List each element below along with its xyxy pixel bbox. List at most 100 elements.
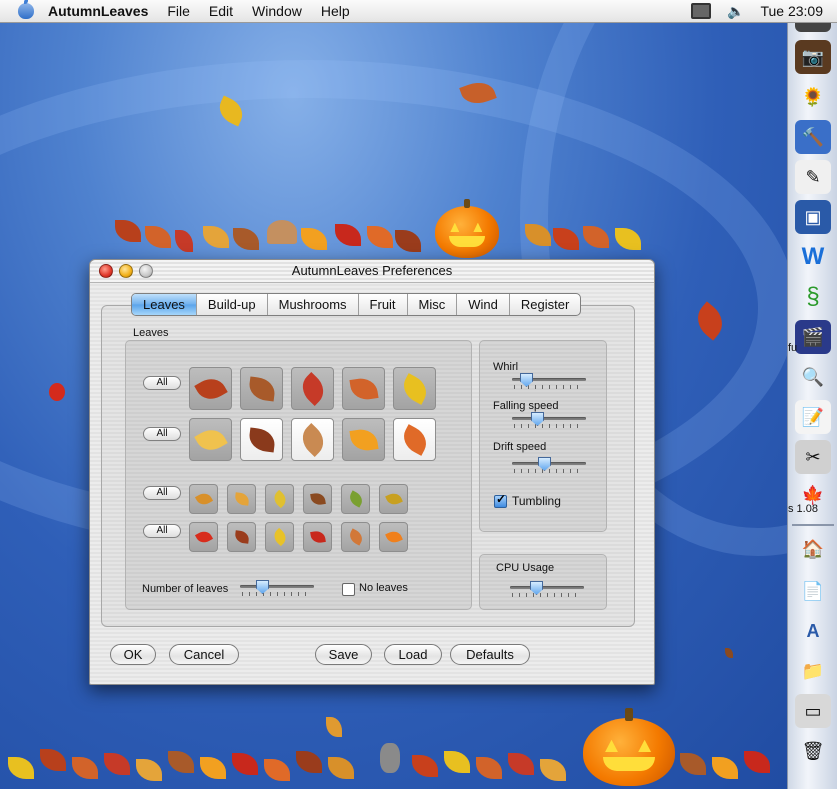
leaf-tile[interactable] — [189, 484, 218, 514]
falling-leaf — [725, 648, 733, 658]
jack-o-lantern — [435, 198, 499, 258]
no-leaves-checkbox[interactable] — [342, 583, 355, 596]
tab-content: Leaves All All All All Number of leaves … — [101, 305, 635, 627]
dock-icns-editor-icon[interactable]: ✎ — [795, 160, 831, 194]
display-icon[interactable] — [691, 3, 712, 19]
falling-speed-label: Falling speed — [493, 400, 559, 412]
leaf-tile[interactable] — [303, 522, 332, 552]
ok-button[interactable]: OK — [110, 644, 156, 665]
dock-separator — [792, 524, 834, 526]
leaf-tile[interactable] — [240, 418, 283, 461]
dock-preview-icon[interactable]: ▣ — [795, 200, 831, 234]
minimize-button[interactable] — [119, 264, 133, 278]
zoom-button[interactable] — [139, 264, 153, 278]
all-button-row3[interactable]: All — [143, 486, 181, 500]
leaf-icon — [384, 490, 403, 508]
dock-folder-icon[interactable]: 📁 — [795, 654, 831, 688]
leaf-icon — [194, 490, 213, 508]
app-menu[interactable]: AutumnLeaves — [48, 3, 148, 19]
leaf-icon — [247, 375, 276, 402]
number-of-leaves-label: Number of leaves — [142, 583, 229, 595]
menu-file[interactable]: File — [167, 3, 190, 19]
leaf-tile[interactable] — [291, 418, 334, 461]
tab-wind[interactable]: Wind — [457, 294, 510, 315]
dock-camera-icon[interactable]: 🔍 — [795, 360, 831, 394]
tumbling-checkbox[interactable] — [494, 492, 507, 508]
dock-documents-icon[interactable]: 📄 — [795, 574, 831, 608]
dock-imovie-icon[interactable]: 🎬 — [795, 320, 831, 354]
leaf-icon — [346, 490, 365, 508]
number-of-leaves-slider[interactable] — [240, 580, 314, 596]
leaf-tile[interactable] — [342, 418, 385, 461]
leaf-tile[interactable] — [393, 418, 436, 461]
menu-bar: AutumnLeaves File Edit Window Help 🔈 Tue… — [0, 0, 837, 23]
dock-sunflower-icon[interactable]: 🌻 — [795, 80, 831, 114]
drift-speed-slider[interactable] — [512, 457, 586, 473]
tab-misc[interactable]: Misc — [408, 294, 458, 315]
leaf-tile[interactable] — [189, 367, 232, 410]
menu-clock[interactable]: Tue 23:09 — [760, 3, 823, 19]
drift-speed-label: Drift speed — [493, 441, 547, 453]
leaf-tile[interactable] — [291, 367, 334, 410]
cancel-button[interactable]: Cancel — [169, 644, 239, 665]
leaf-tile[interactable] — [265, 522, 294, 552]
leaf-tile[interactable] — [342, 367, 385, 410]
leaf-icon — [397, 372, 432, 405]
tab-register[interactable]: Register — [510, 294, 580, 315]
defaults-button[interactable]: Defaults — [450, 644, 530, 665]
all-button-row2[interactable]: All — [143, 427, 181, 441]
dock-textedit-icon[interactable]: 📝 — [795, 400, 831, 434]
motion-group: Whirl Falling speed Drift speed Tumbling — [479, 340, 607, 532]
leaf-tile[interactable] — [227, 484, 256, 514]
dock-script-icon[interactable]: § — [795, 280, 831, 314]
title-bar[interactable]: AutumnLeaves Preferences — [90, 260, 654, 283]
leaf-tile[interactable] — [189, 522, 218, 552]
leaf-tile[interactable] — [227, 522, 256, 552]
dock-word-icon[interactable]: W — [795, 240, 831, 274]
menu-help[interactable]: Help — [321, 3, 350, 19]
dock-trash-icon[interactable]: 🗑 — [795, 734, 831, 768]
all-button-row4[interactable]: All — [143, 524, 181, 538]
close-button[interactable] — [99, 264, 113, 278]
leaf-tile[interactable] — [393, 367, 436, 410]
apple-menu-icon[interactable] — [18, 0, 34, 19]
dock-home-icon[interactable]: 🏠 — [795, 532, 831, 566]
leaf-tile[interactable] — [265, 484, 294, 514]
tab-build-up[interactable]: Build-up — [197, 294, 268, 315]
tab-fruit[interactable]: Fruit — [359, 294, 408, 315]
dock: 📷 🌻 🔨 ✎ ▣ W § 🎬 fu 🔍 📝 ✂ 🍁 s 1.08 🏠 📄 A … — [787, 16, 837, 789]
leaf-tile[interactable] — [379, 484, 408, 514]
dock-xcode-icon[interactable]: 🔨 — [795, 120, 831, 154]
falling-speed-slider[interactable] — [512, 412, 586, 428]
whirl-slider[interactable] — [512, 373, 586, 389]
volume-icon[interactable]: 🔈 — [727, 3, 744, 20]
menu-window[interactable]: Window — [252, 3, 302, 19]
jack-o-lantern — [583, 708, 675, 786]
window-title: AutumnLeaves Preferences — [291, 263, 453, 278]
all-button-row1[interactable]: All — [143, 376, 181, 390]
load-button[interactable]: Load — [384, 644, 442, 665]
cpu-usage-group: CPU Usage — [479, 554, 607, 610]
leaf-icon — [348, 375, 379, 402]
dock-iphoto-icon[interactable]: 📷 — [795, 40, 831, 74]
leaf-tile[interactable] — [341, 522, 370, 552]
menu-edit[interactable]: Edit — [209, 3, 233, 19]
tab-leaves[interactable]: Leaves — [132, 294, 197, 315]
leaf-icon — [233, 492, 250, 506]
leaf-icon — [348, 426, 379, 453]
dock-applications-icon[interactable]: A — [795, 614, 831, 648]
dock-finder-window-icon[interactable]: ▭ — [795, 694, 831, 728]
dock-tools-icon[interactable]: ✂ — [795, 440, 831, 474]
tab-mushrooms[interactable]: Mushrooms — [268, 294, 359, 315]
leaf-icon — [194, 528, 213, 546]
save-button[interactable]: Save — [315, 644, 372, 665]
leaf-tile[interactable] — [341, 484, 370, 514]
leaf-tile[interactable] — [189, 418, 232, 461]
cpu-usage-slider[interactable] — [510, 581, 584, 597]
leaf-icon — [384, 528, 403, 546]
leaf-tile[interactable] — [379, 522, 408, 552]
preferences-window: AutumnLeaves Preferences Leaves Build-up… — [89, 259, 655, 685]
leaf-tile[interactable] — [240, 367, 283, 410]
leaf-tile[interactable] — [303, 484, 332, 514]
leaf-icon — [295, 422, 330, 457]
